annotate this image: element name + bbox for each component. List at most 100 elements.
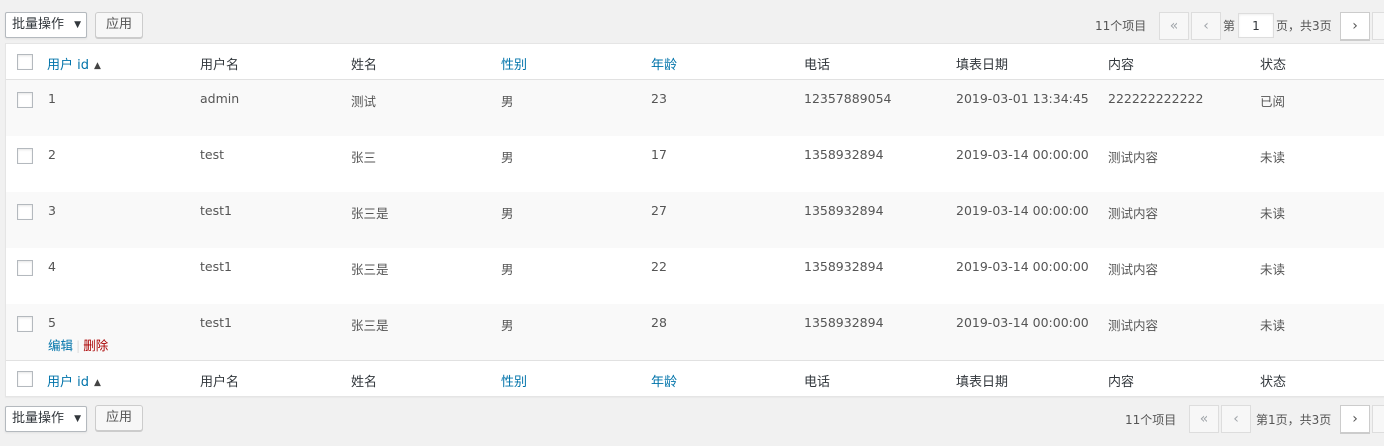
- cell-gender: 男: [501, 318, 514, 333]
- apply-button-bottom[interactable]: 应用: [95, 405, 143, 431]
- column-footer-phone: 电话: [804, 375, 831, 390]
- cell-id: 1: [48, 91, 56, 106]
- select-all-checkbox[interactable]: [17, 54, 33, 70]
- column-header-label: 用户 id: [47, 58, 89, 73]
- cell-date: 2019-03-14 00:00:00: [956, 147, 1089, 162]
- column-header-status: 状态: [1260, 58, 1287, 73]
- cell-status: 已阅: [1260, 94, 1286, 109]
- table-row: 3 test1 张三是 男 27 1358932894 2019-03-14 0…: [6, 192, 1384, 248]
- cell-name: 张三: [351, 150, 377, 165]
- row-checkbox[interactable]: [17, 92, 33, 108]
- cell-status: 未读: [1260, 262, 1286, 277]
- bulk-actions-select[interactable]: 批量操作 ▼: [5, 12, 87, 38]
- bulk-actions-label: 批量操作: [12, 17, 65, 32]
- edit-link[interactable]: 编辑: [48, 338, 73, 353]
- list-table: 用户 id ▲ 用户名 姓名 性别 年龄 电话 填表日期 内容 状态 1 admi…: [5, 43, 1384, 397]
- last-page-button: [1372, 12, 1384, 40]
- column-header-content: 内容: [1108, 58, 1135, 73]
- column-footer-label: 用户 id: [47, 375, 89, 390]
- row-actions-separator: |: [76, 338, 81, 353]
- chevron-down-icon: ▼: [74, 414, 81, 424]
- column-footer-content: 内容: [1108, 375, 1135, 390]
- cell-date: 2019-03-14 00:00:00: [956, 315, 1089, 330]
- table-footer: 用户 id ▲ 用户名 姓名 性别 年龄 电话 填表日期 内容 状态: [6, 360, 1384, 396]
- cell-date: 2019-03-01 13:34:45: [956, 91, 1089, 106]
- select-all-checkbox-footer[interactable]: [17, 371, 33, 387]
- column-footer-id[interactable]: 用户 id ▲: [47, 371, 101, 390]
- prev-page-icon: ‹: [1221, 405, 1251, 433]
- cell-phone: 1358932894: [804, 315, 884, 330]
- cell-content: 测试内容: [1108, 206, 1159, 221]
- cell-status: 未读: [1260, 206, 1286, 221]
- row-actions: 编辑 | 删除: [48, 335, 108, 354]
- column-footer-status: 状态: [1260, 375, 1287, 390]
- cell-id: 3: [48, 203, 56, 218]
- column-header-phone: 电话: [804, 58, 831, 73]
- items-count-bottom: 11个项目: [1125, 413, 1177, 427]
- cell-content: 222222222222: [1108, 91, 1204, 106]
- cell-phone: 1358932894: [804, 259, 884, 274]
- tablenav-bottom: 批量操作 ▼ 应用 11个项目 « ‹ 第1页，共3页 ›: [0, 398, 1384, 442]
- cell-phone: 1358932894: [804, 203, 884, 218]
- cell-gender: 男: [501, 262, 514, 277]
- cell-status: 未读: [1260, 318, 1286, 333]
- apply-button[interactable]: 应用: [95, 12, 143, 38]
- items-count: 11个项目: [1095, 19, 1147, 33]
- table-row: 2 test 张三 男 17 1358932894 2019-03-14 00:…: [6, 136, 1384, 192]
- cell-username: test1: [200, 203, 232, 218]
- column-header-gender[interactable]: 性别: [501, 54, 527, 73]
- cell-name: 张三是: [351, 206, 389, 221]
- row-checkbox[interactable]: [17, 148, 33, 164]
- row-checkbox[interactable]: [17, 316, 33, 332]
- cell-gender: 男: [501, 150, 514, 165]
- cell-date: 2019-03-14 00:00:00: [956, 259, 1089, 274]
- column-footer-age[interactable]: 年龄: [651, 371, 677, 390]
- cell-age: 22: [651, 259, 667, 274]
- cell-status: 未读: [1260, 150, 1286, 165]
- table-row: 5 test1 张三是 男 28 1358932894 2019-03-14 0…: [6, 304, 1384, 360]
- cell-username: test: [200, 147, 225, 162]
- cell-username: admin: [200, 91, 240, 106]
- row-checkbox[interactable]: [17, 204, 33, 220]
- first-page-icon: «: [1159, 12, 1189, 40]
- table-row: 4 test1 张三是 男 22 1358932894 2019-03-14 0…: [6, 248, 1384, 304]
- bulk-actions-label: 批量操作: [12, 411, 65, 426]
- last-page-button-bottom: [1372, 405, 1384, 433]
- cell-gender: 男: [501, 206, 514, 221]
- column-footer-gender[interactable]: 性别: [501, 371, 527, 390]
- cell-id: 2: [48, 147, 56, 162]
- column-header-username: 用户名: [200, 58, 240, 73]
- next-page-button[interactable]: ›: [1340, 12, 1370, 40]
- page-prefix: 第: [1223, 19, 1236, 33]
- cell-name: 测试: [351, 94, 377, 109]
- cell-username: test1: [200, 259, 232, 274]
- sort-asc-icon: ▲: [94, 61, 101, 71]
- tablenav-top: 批量操作 ▼ 应用 11个项目 « ‹ 第 页，共3页 ›: [0, 0, 1384, 44]
- bulk-actions-select-bottom[interactable]: 批量操作 ▼: [5, 406, 87, 432]
- column-header-name: 姓名: [351, 58, 378, 73]
- prev-page-icon: ‹: [1191, 12, 1221, 40]
- column-header-id[interactable]: 用户 id ▲: [47, 54, 101, 73]
- cell-age: 28: [651, 315, 667, 330]
- current-page-input[interactable]: [1238, 13, 1274, 38]
- row-checkbox[interactable]: [17, 260, 33, 276]
- cell-content: 测试内容: [1108, 150, 1159, 165]
- cell-id: 5: [48, 315, 56, 330]
- delete-link[interactable]: 删除: [83, 338, 108, 353]
- column-header-age[interactable]: 年龄: [651, 54, 677, 73]
- page-suffix: 页，共3页: [1276, 19, 1332, 33]
- cell-phone: 1358932894: [804, 147, 884, 162]
- next-page-button-bottom[interactable]: ›: [1340, 405, 1370, 433]
- sort-asc-icon: ▲: [94, 378, 101, 388]
- cell-age: 27: [651, 203, 667, 218]
- cell-age: 17: [651, 147, 667, 162]
- cell-username: test1: [200, 315, 232, 330]
- cell-date: 2019-03-14 00:00:00: [956, 203, 1089, 218]
- first-page-icon: «: [1189, 405, 1219, 433]
- cell-id: 4: [48, 259, 56, 274]
- column-footer-name: 姓名: [351, 375, 378, 390]
- cell-name: 张三是: [351, 318, 389, 333]
- cell-age: 23: [651, 91, 667, 106]
- cell-gender: 男: [501, 94, 514, 109]
- cell-name: 张三是: [351, 262, 389, 277]
